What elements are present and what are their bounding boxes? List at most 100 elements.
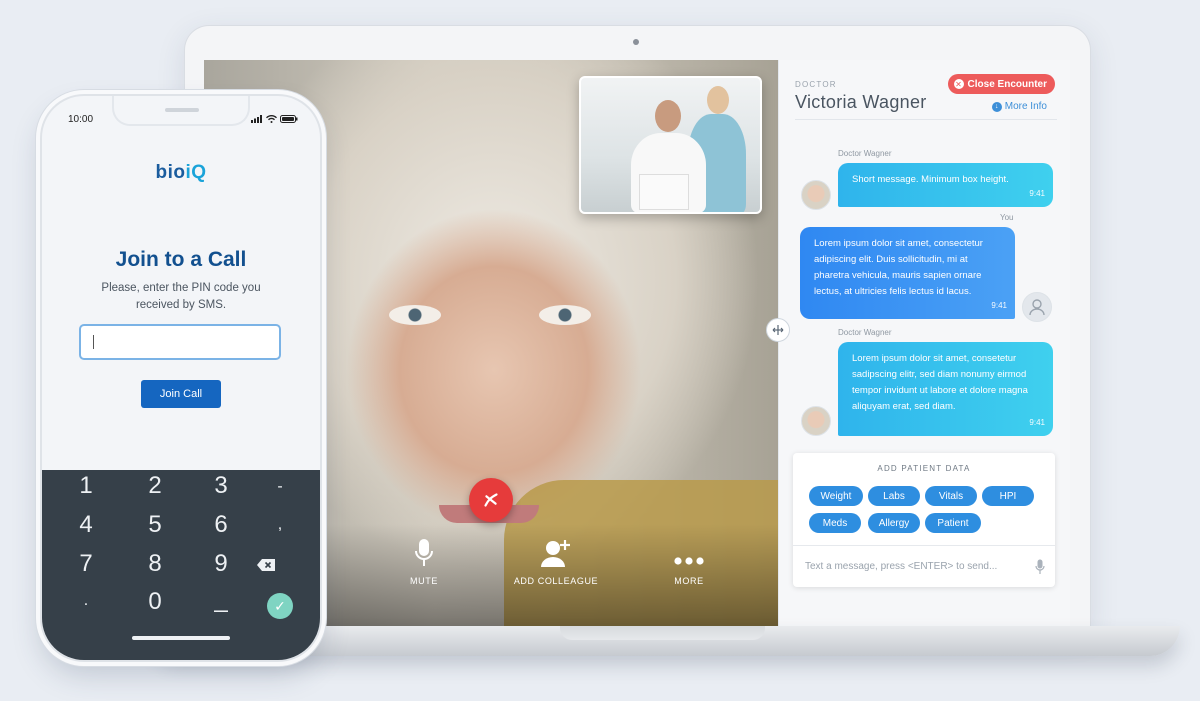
message-time: 9:41 [991, 301, 1007, 310]
user-icon [1029, 299, 1045, 316]
message-input[interactable]: Text a message, press <ENTER> to send... [793, 545, 1055, 587]
checkmark-icon: ✓ [274, 597, 286, 614]
tag-patient[interactable]: Patient [925, 513, 981, 533]
end-call-button[interactable] [469, 478, 513, 522]
numeric-keypad: 1 2 3 - 4 5 6 , 7 8 9 . 0 _ ✓ [42, 470, 320, 660]
key-6[interactable]: 6 [191, 511, 251, 539]
video-face-eye-right [539, 305, 591, 325]
message-bubble: Lorem ipsum dolor sit amet, consetetur s… [838, 342, 1053, 436]
signal-icon [251, 115, 262, 123]
laptop-opening-notch [560, 626, 765, 640]
tag-hpi[interactable]: HPI [982, 486, 1034, 506]
message-item: You [1000, 213, 1014, 222]
message-bubble-wrap: Lorem ipsum dolor sit amet, consetetur s… [838, 342, 1053, 436]
status-bar-time: 10:00 [68, 114, 94, 125]
message-item: Doctor Wagner [838, 328, 892, 337]
home-indicator [132, 636, 230, 640]
more-info-link[interactable]: ↓ More Info [991, 101, 1047, 112]
text-caret [93, 335, 94, 349]
message-time: 9:41 [1029, 418, 1045, 427]
self-view-video[interactable] [579, 76, 762, 214]
message-sender: Doctor Wagner [838, 328, 892, 337]
status-bar-icons [251, 115, 298, 123]
phone-hangup-icon [484, 493, 498, 507]
message-sender: Doctor Wagner [838, 149, 892, 158]
message-item: Doctor Wagner [838, 149, 892, 158]
microphone-icon [415, 539, 433, 566]
chat-panel: DOCTOR Victoria Wagner ✕ Close Encounter… [778, 60, 1070, 634]
message-input-placeholder: Text a message, press <ENTER> to send... [805, 561, 998, 572]
info-arrow-icon: ↓ [991, 101, 1002, 112]
mute-button[interactable]: MUTE [364, 536, 484, 586]
pip-doctor-head [655, 100, 681, 132]
more-label: MORE [674, 576, 704, 586]
more-info-label: More Info [1004, 101, 1047, 112]
doctor-avatar [801, 180, 831, 210]
user-avatar [1022, 292, 1052, 322]
move-arrows-icon [772, 325, 784, 335]
message-text: Short message. Minimum box height. [852, 174, 1009, 185]
close-encounter-button[interactable]: ✕ Close Encounter [947, 74, 1055, 94]
phone-speaker [165, 108, 199, 112]
tag-meds[interactable]: Meds [809, 513, 861, 533]
key-4[interactable]: 4 [56, 511, 116, 539]
close-encounter-label: Close Encounter [967, 78, 1047, 90]
microphone-icon[interactable] [1035, 559, 1045, 575]
laptop-camera [633, 39, 639, 45]
message-bubble: Short message. Minimum box height. 9:41 [838, 163, 1053, 207]
pip-laptop [639, 174, 689, 210]
tag-weight[interactable]: Weight [809, 486, 863, 506]
message-text: Lorem ipsum dolor sit amet, consetetur s… [852, 353, 1028, 412]
pin-code-input[interactable] [79, 324, 281, 360]
message-bubble: Lorem ipsum dolor sit amet, consectetur … [800, 227, 1015, 319]
message-time: 9:41 [1029, 189, 1045, 198]
key-underscore[interactable]: _ [191, 586, 251, 614]
message-bubble-wrap: Short message. Minimum box height. 9:41 [838, 163, 1053, 207]
key-0[interactable]: 0 [125, 588, 185, 616]
key-7[interactable]: 7 [56, 550, 116, 578]
backspace-key[interactable] [256, 558, 276, 577]
bioiq-logo: bioiQ [42, 162, 320, 184]
message-text: Lorem ipsum dolor sit amet, consectetur … [814, 238, 983, 297]
key-9[interactable]: 9 [191, 550, 251, 578]
backspace-icon [257, 559, 275, 571]
doctor-avatar [801, 406, 831, 436]
mute-label: MUTE [410, 576, 438, 586]
mobile-phone: 10:00 bioiQ Join to a Call Please, enter… [42, 96, 320, 660]
message-sender: You [1000, 213, 1014, 222]
battery-icon [280, 115, 298, 123]
key-8[interactable]: 8 [125, 550, 185, 578]
add-colleague-label: ADD COLLEAGUE [513, 576, 599, 586]
panel-resize-handle[interactable] [766, 318, 790, 342]
tag-allergy[interactable]: Allergy [868, 513, 920, 533]
message-bubble-wrap: Lorem ipsum dolor sit amet, consectetur … [800, 227, 1015, 319]
video-face-eye-left [389, 305, 441, 325]
telehealth-app-screen: RA MUTE [204, 60, 1070, 634]
key-dash[interactable]: - [250, 478, 310, 496]
pip-nurse-head [707, 86, 729, 114]
add-patient-data-card: ADD PATIENT DATA Weight Labs Vitals HPI … [793, 453, 1055, 587]
add-colleague-button[interactable]: ADD COLLEAGUE [496, 536, 616, 586]
tag-vitals[interactable]: Vitals [925, 486, 977, 506]
key-2[interactable]: 2 [125, 472, 185, 500]
join-call-instructions: Please, enter the PIN code you received … [101, 282, 261, 311]
key-5[interactable]: 5 [125, 511, 185, 539]
key-comma[interactable]: , [250, 516, 310, 534]
phone-notch [112, 96, 250, 126]
logo-suffix: iQ [185, 162, 207, 183]
join-call-button[interactable]: Join Call [141, 380, 221, 408]
join-call-title: Join to a Call [115, 248, 247, 271]
tag-labs[interactable]: Labs [868, 486, 920, 506]
more-button[interactable]: MORE [629, 536, 749, 586]
more-dots-icon [674, 557, 704, 565]
confirm-key[interactable]: ✓ [267, 593, 293, 619]
chat-header: DOCTOR Victoria Wagner ✕ Close Encounter… [795, 70, 1057, 120]
patient-data-title: ADD PATIENT DATA [877, 464, 971, 473]
wifi-icon [266, 115, 277, 123]
key-1[interactable]: 1 [56, 472, 116, 500]
add-person-icon [541, 540, 570, 567]
close-icon: ✕ [953, 79, 964, 89]
key-3[interactable]: 3 [191, 472, 251, 500]
logo-prefix: bio [155, 162, 186, 183]
key-period[interactable]: . [56, 592, 116, 610]
